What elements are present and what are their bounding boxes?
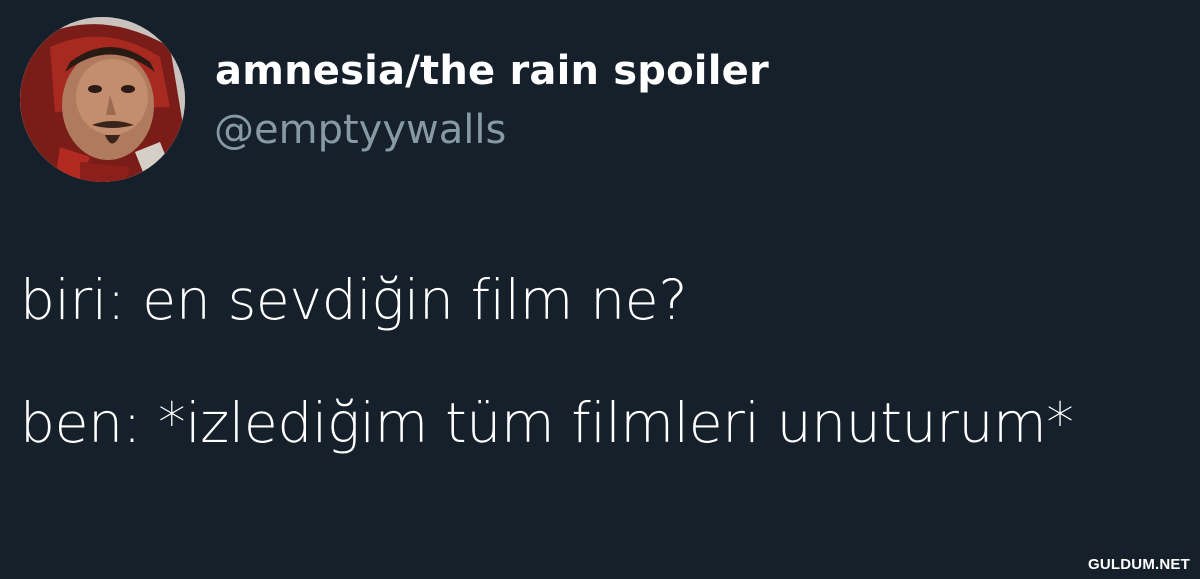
user-handle[interactable]: @emptyywalls: [214, 107, 506, 153]
watermark: GULDUM.NET: [1088, 556, 1190, 573]
tweet-card: amnesia/the rain spoiler @emptyywalls bi…: [0, 0, 1200, 579]
display-name[interactable]: amnesia/the rain spoiler: [215, 48, 769, 94]
tweet-text-line-1: biri: en sevdiğin film ne?: [20, 268, 688, 332]
tweet-text-line-2: ben: *izlediğim tüm filmleri unuturum*: [20, 391, 1074, 455]
avatar-photo: [20, 17, 185, 182]
avatar[interactable]: [20, 17, 185, 182]
